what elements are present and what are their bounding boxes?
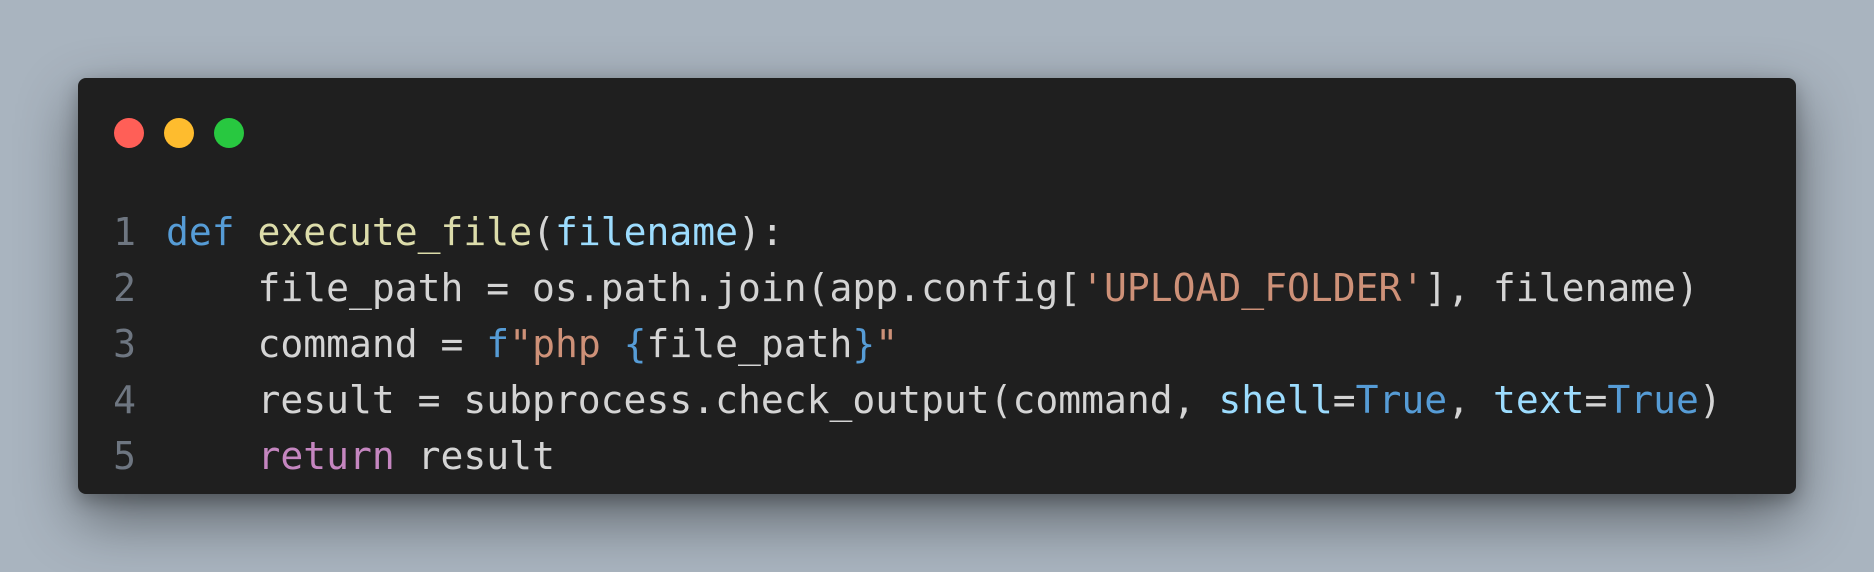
code-token-param: shell: [1218, 378, 1333, 422]
code-token-plain: file_path: [646, 322, 853, 366]
code-token-plain: =: [1584, 378, 1608, 422]
code-token-str: ": [875, 322, 899, 366]
code-token-plain: (: [532, 210, 555, 254]
code-token-str: "php: [509, 322, 624, 366]
code-token-str: 'UPLOAD_FOLDER': [1081, 266, 1425, 310]
code-token-plain: ], filename): [1424, 266, 1699, 310]
code-token-kw: True: [1607, 378, 1699, 422]
code-text: file_path = os.path.join(app.config['UPL…: [166, 260, 1699, 316]
code-token-plain: command =: [166, 322, 487, 366]
code-line: 4 result = subprocess.check_output(comma…: [78, 372, 1796, 428]
code-block: 1 def execute_file(filename): 2 file_path …: [78, 204, 1796, 484]
code-token-ctl: return: [257, 434, 395, 478]
code-line: 2 file_path = os.path.join(app.config['U…: [78, 260, 1796, 316]
maximize-dot-icon[interactable]: [214, 118, 244, 148]
code-token-param: filename: [554, 210, 738, 254]
line-number: 1: [113, 210, 136, 254]
code-line: 5 return result: [78, 428, 1796, 484]
code-token-kw: {: [623, 322, 647, 366]
window-controls: [114, 118, 244, 148]
code-token-plain: ): [1698, 378, 1722, 422]
code-token-fn: execute_file: [257, 210, 533, 254]
code-token-plain: ,: [1447, 378, 1493, 422]
code-token-kw: True: [1355, 378, 1448, 422]
code-token-plain: result = subprocess.check_output(command…: [166, 378, 1219, 422]
close-dot-icon[interactable]: [114, 118, 144, 148]
minimize-dot-icon[interactable]: [164, 118, 194, 148]
line-number: 5: [113, 434, 136, 478]
code-window: 1 def execute_file(filename): 2 file_path …: [78, 78, 1796, 494]
line-number: 4: [113, 378, 136, 422]
code-token-plain: file_path = os.path.join(app.config[: [166, 266, 1082, 310]
line-number: 2: [113, 266, 136, 310]
code-token-kw: def: [166, 210, 235, 254]
code-token-kw: }: [852, 322, 876, 366]
code-token-kw: f: [486, 322, 510, 366]
code-text: return result: [166, 428, 555, 484]
code-token-param: text: [1492, 378, 1585, 422]
code-token-plain: result: [394, 434, 555, 478]
code-line: 3 command = f"php {file_path}": [78, 316, 1796, 372]
line-number: 3: [113, 322, 136, 366]
code-line: 1 def execute_file(filename):: [78, 204, 1796, 260]
code-text: def execute_file(filename):: [166, 204, 784, 260]
code-text: command = f"php {file_path}": [166, 316, 899, 372]
code-text: result = subprocess.check_output(command…: [166, 372, 1722, 428]
code-token-plain: =: [1332, 378, 1356, 422]
code-token-plain: ):: [738, 210, 784, 254]
